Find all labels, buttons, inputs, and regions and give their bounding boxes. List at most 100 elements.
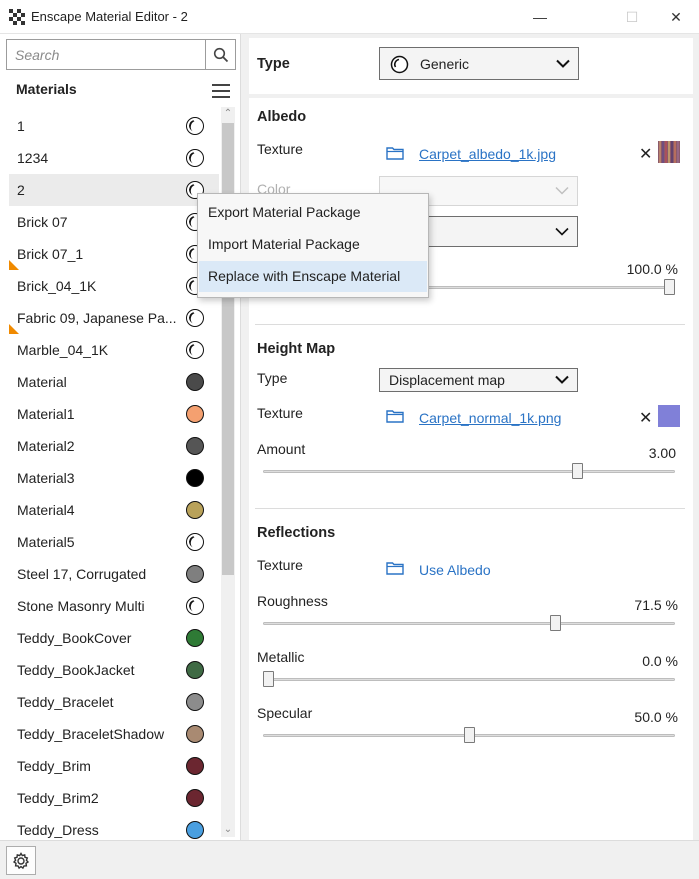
specular-label: Specular xyxy=(257,705,313,721)
generic-material-icon xyxy=(186,309,204,327)
material-list-item[interactable]: Teddy_Dress xyxy=(9,814,219,840)
material-list-item[interactable]: Brick 07 xyxy=(9,206,219,238)
material-list-item[interactable]: Material3 xyxy=(9,462,219,494)
material-color-swatch xyxy=(186,661,204,679)
folder-icon[interactable] xyxy=(386,146,404,160)
material-list-item[interactable]: Marble_04_1K xyxy=(9,334,219,366)
material-color-swatch xyxy=(186,501,204,519)
hamburger-icon[interactable] xyxy=(212,84,230,98)
material-list-item[interactable]: Material1 xyxy=(9,398,219,430)
material-list-item[interactable]: 2 xyxy=(9,174,219,206)
context-menu-item[interactable]: Import Material Package xyxy=(199,229,427,260)
chevron-down-icon xyxy=(555,375,569,384)
material-name: Material4 xyxy=(17,502,75,518)
divider xyxy=(255,508,685,509)
material-list-item[interactable]: Teddy_BookCover xyxy=(9,622,219,654)
albedo-texture-thumbnail xyxy=(658,141,680,163)
height-map-amount-slider-knob[interactable] xyxy=(571,463,583,479)
enscape-logo-icon xyxy=(9,9,25,25)
chevron-down-icon xyxy=(555,186,569,195)
material-list-item[interactable]: Teddy_Brim xyxy=(9,750,219,782)
material-name: Teddy_BookJacket xyxy=(17,662,135,678)
material-name: Teddy_BookCover xyxy=(17,630,132,646)
context-menu-item-label: Export Material Package xyxy=(208,204,361,220)
metallic-value: 0.0 % xyxy=(642,653,678,669)
generic-material-icon xyxy=(186,117,204,135)
material-color-swatch xyxy=(186,437,204,455)
material-list-item[interactable]: 1 xyxy=(9,110,219,142)
material-name: 1234 xyxy=(17,150,49,166)
material-list-item[interactable]: Steel 17, Corrugated xyxy=(9,558,219,590)
search-button[interactable] xyxy=(205,40,235,69)
material-name: Material2 xyxy=(17,438,75,454)
albedo-remove-texture-button[interactable]: ✕ xyxy=(639,144,652,164)
scroll-down-arrow[interactable]: ⌄ xyxy=(221,823,235,837)
settings-button[interactable] xyxy=(6,846,36,875)
material-name: 2 xyxy=(17,182,25,198)
search-icon xyxy=(213,47,228,62)
material-color-swatch xyxy=(186,405,204,423)
material-list-item[interactable]: Material2 xyxy=(9,430,219,462)
albedo-slider-knob[interactable] xyxy=(664,279,675,295)
roughness-slider-track[interactable] xyxy=(263,622,675,625)
generic-material-icon xyxy=(390,55,409,74)
roughness-value: 71.5 % xyxy=(634,597,678,613)
height-map-type-value: Displacement map xyxy=(389,372,505,388)
height-map-type-dropdown[interactable]: Displacement map xyxy=(379,368,578,392)
material-list-item[interactable]: Teddy_BraceletShadow xyxy=(9,718,219,750)
type-dropdown[interactable]: Generic xyxy=(379,47,579,80)
material-name: Material1 xyxy=(17,406,75,422)
metallic-label: Metallic xyxy=(257,649,305,665)
context-menu: Export Material Package Import Material P… xyxy=(197,193,429,298)
albedo-texture-link[interactable]: Carpet_albedo_1k.jpg xyxy=(419,146,556,162)
material-list-item[interactable]: Material xyxy=(9,366,219,398)
material-list-item[interactable]: Material5 xyxy=(9,526,219,558)
material-color-swatch xyxy=(186,373,204,391)
material-list-item[interactable]: Teddy_Brim2 xyxy=(9,782,219,814)
maximize-button[interactable]: ☐ xyxy=(609,0,655,34)
material-list-item[interactable]: Material4 xyxy=(9,494,219,526)
metallic-slider-knob[interactable] xyxy=(263,671,274,687)
albedo-title: Albedo xyxy=(257,109,307,125)
height-map-texture-link[interactable]: Carpet_normal_1k.png xyxy=(419,410,561,426)
metallic-slider-track[interactable] xyxy=(263,678,675,681)
roughness-slider-knob[interactable] xyxy=(549,615,561,631)
context-menu-item[interactable]: Export Material Package xyxy=(199,197,427,228)
material-list-item[interactable]: Teddy_BookJacket xyxy=(9,654,219,686)
material-list-item[interactable]: Fabric 09, Japanese Pa... xyxy=(9,302,219,334)
material-list-item[interactable]: Brick 07_1 xyxy=(9,238,219,270)
material-color-swatch xyxy=(186,821,204,839)
height-map-amount-value: 3.00 xyxy=(648,445,676,461)
generic-material-icon xyxy=(186,341,204,359)
bottom-bar xyxy=(0,840,699,879)
specular-slider-knob[interactable] xyxy=(463,727,475,743)
minimize-button[interactable]: — xyxy=(517,0,563,34)
material-color-swatch xyxy=(186,725,204,743)
material-name: Teddy_Bracelet xyxy=(17,694,114,710)
material-color-swatch xyxy=(186,469,204,487)
material-name: Teddy_BraceletShadow xyxy=(17,726,165,742)
material-name: Brick 07_1 xyxy=(17,246,84,262)
folder-icon[interactable] xyxy=(386,409,404,423)
scroll-thumb[interactable] xyxy=(222,123,234,575)
material-color-swatch xyxy=(186,789,204,807)
height-map-remove-texture-button[interactable]: ✕ xyxy=(639,408,652,428)
search-input[interactable] xyxy=(7,40,207,69)
material-name: Stone Masonry Multi xyxy=(17,598,145,614)
material-list-item[interactable]: Teddy_Bracelet xyxy=(9,686,219,718)
scroll-up-arrow[interactable]: ⌃ xyxy=(221,107,235,121)
context-menu-item[interactable]: Replace with Enscape Material xyxy=(199,261,427,292)
reflections-title: Reflections xyxy=(257,525,336,541)
albedo-texture-label: Texture xyxy=(257,141,303,157)
material-list-item[interactable]: 1234 xyxy=(9,142,219,174)
height-map-amount-slider-track[interactable] xyxy=(263,470,675,473)
materials-list: 1 1234 2 Brick 07 Brick 07_1 Brick_04_1K Fabri… xyxy=(9,110,219,840)
close-button[interactable]: ✕ xyxy=(653,0,699,34)
material-list-item[interactable]: Stone Masonry Multi xyxy=(9,590,219,622)
material-list-item[interactable]: Brick_04_1K xyxy=(9,270,219,302)
generic-material-icon xyxy=(186,149,204,167)
reflections-texture-link[interactable]: Use Albedo xyxy=(419,562,491,578)
minimize-icon: — xyxy=(533,9,547,25)
material-name: Material3 xyxy=(17,470,75,486)
folder-icon[interactable] xyxy=(386,561,404,575)
